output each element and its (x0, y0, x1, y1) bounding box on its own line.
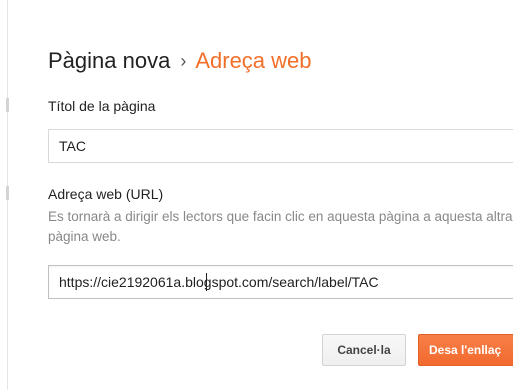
save-link-button[interactable]: Desa l'enllaç (418, 334, 513, 366)
text-caret (206, 273, 207, 291)
breadcrumb: Pàgina nova › Adreça web (48, 47, 312, 76)
scroll-marker (6, 186, 9, 200)
url-input[interactable] (48, 265, 513, 299)
breadcrumb-parent: Pàgina nova (48, 48, 171, 73)
page-dialog: Pàgina nova › Adreça web Títol de la pàgin… (48, 0, 513, 390)
page-title: Adreça web (195, 48, 312, 73)
scroll-marker (6, 98, 9, 112)
url-field-label: Adreça web (URL) (48, 186, 164, 202)
title-input[interactable] (48, 129, 513, 163)
page: Pàgina nova › Adreça web Títol de la pàgin… (0, 0, 513, 390)
cancel-button[interactable]: Cancel·la (322, 334, 406, 366)
chevron-right-icon: › (180, 51, 187, 71)
title-field-label: Títol de la pàgina (48, 98, 156, 114)
url-field-help: Es tornarà a dirigir els lectors que fac… (48, 209, 513, 244)
